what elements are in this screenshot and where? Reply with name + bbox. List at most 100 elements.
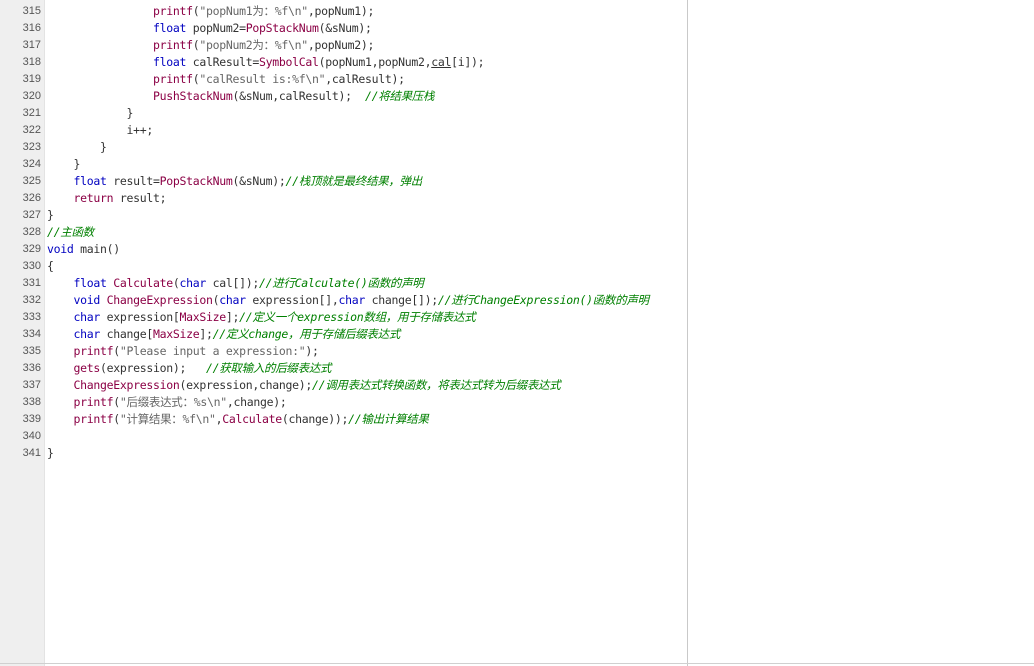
code-line[interactable]: 316 float popNum2=PopStackNum(&sNum); [0, 20, 1034, 37]
code-line[interactable]: 341} [0, 445, 1034, 462]
code-text[interactable]: { [47, 258, 54, 275]
code-token: float [73, 174, 107, 188]
code-text[interactable]: float popNum2=PopStackNum(&sNum); [47, 20, 372, 37]
code-text[interactable]: ChangeExpression(expression,change);//调用… [47, 377, 561, 394]
code-token: ChangeExpression [73, 378, 180, 392]
code-token: SymbolCal [258, 55, 319, 69]
code-token: } [47, 157, 81, 171]
code-line[interactable]: 340 [0, 428, 1034, 445]
code-token: float [73, 276, 107, 290]
code-text[interactable]: printf("popNum1为：%f\n",popNum1); [47, 3, 374, 20]
code-token: result= [106, 174, 160, 188]
code-line[interactable]: 322 i++; [0, 122, 1034, 139]
code-line[interactable]: 324 } [0, 156, 1034, 173]
code-token: //调用表达式转换函数，将表达式转为后缀表达式 [311, 378, 561, 392]
code-editor[interactable]: 315 printf("popNum1为：%f\n",popNum1); 316 … [0, 0, 1034, 666]
code-text[interactable]: } [47, 207, 54, 224]
code-token: //输出计算结果 [348, 412, 429, 426]
code-token: (&sNum); [232, 174, 286, 188]
code-token: void [47, 242, 74, 256]
code-text[interactable]: float calResult=SymbolCal(popNum1,popNum… [47, 54, 485, 71]
code-text[interactable]: void main() [47, 241, 120, 258]
line-number: 328 [22, 226, 41, 238]
code-token: expression[ [100, 310, 180, 324]
line-number: 339 [22, 413, 41, 425]
code-token: char [219, 293, 246, 307]
code-line[interactable]: 334 char change[MaxSize];//定义change，用于存储… [0, 326, 1034, 343]
code-line[interactable]: 318 float calResult=SymbolCal(popNum1,po… [0, 54, 1034, 71]
code-token: } [47, 208, 54, 222]
code-token: i++; [47, 123, 153, 137]
code-token: "calResult is:%f\n" [199, 72, 326, 86]
code-token: ]; [199, 327, 213, 341]
code-line[interactable]: 319 printf("calResult is:%f\n",calResult… [0, 71, 1034, 88]
code-text[interactable]: printf("后缀表达式：%s\n",change); [47, 394, 287, 411]
code-line[interactable]: 317 printf("popNum2为：%f\n",popNum2); [0, 37, 1034, 54]
code-line[interactable]: 336 gets(expression); //获取输入的后缀表达式 [0, 360, 1034, 377]
code-token: gets [73, 361, 101, 375]
code-text[interactable]: char change[MaxSize];//定义change，用于存储后缀表达… [47, 326, 401, 343]
code-line[interactable]: 315 printf("popNum1为：%f\n",popNum1); [0, 3, 1034, 20]
code-line[interactable]: 327} [0, 207, 1034, 224]
code-token: //将结果压栈 [364, 89, 435, 103]
code-line[interactable]: 320 PushStackNum(&sNum,calResult); //将结果… [0, 88, 1034, 105]
code-text[interactable]: char expression[MaxSize];//定义一个expressio… [47, 309, 476, 326]
code-text[interactable]: } [47, 156, 80, 173]
code-token: ]; [225, 310, 240, 324]
code-text[interactable]: void ChangeExpression(char expression[],… [47, 292, 650, 309]
code-token: char [73, 310, 101, 324]
line-number: 332 [22, 294, 41, 306]
code-line[interactable]: 331 float Calculate(char cal[]);//进行Calc… [0, 275, 1034, 292]
code-text[interactable]: printf("popNum2为：%f\n",popNum2); [47, 37, 374, 54]
code-token: ,popNum1); [307, 4, 375, 18]
code-text[interactable]: printf("Please input a expression:"); [47, 343, 319, 360]
line-number: 327 [22, 209, 41, 221]
code-line[interactable]: 330 { [0, 258, 1034, 275]
code-text[interactable]: } [47, 445, 54, 462]
code-text[interactable]: printf("calResult is:%f\n",calResult); [47, 71, 405, 88]
code-token: ,calResult); [325, 72, 405, 86]
code-line[interactable]: 326 return result; [0, 190, 1034, 207]
code-token: char [179, 276, 207, 290]
code-text[interactable]: float Calculate(char cal[]);//进行Calculat… [47, 275, 424, 292]
code-text[interactable]: } [47, 139, 107, 156]
code-token: "后缀表达式：%s\n" [119, 395, 227, 409]
code-line[interactable]: 335 printf("Please input a expression:")… [0, 343, 1034, 360]
code-text[interactable]: i++; [47, 122, 153, 139]
code-text[interactable]: PushStackNum(&sNum,calResult); //将结果压栈 [47, 88, 435, 105]
code-line[interactable]: 325 float result=PopStackNum(&sNum);//栈顶… [0, 173, 1034, 190]
line-number: 340 [22, 430, 41, 442]
code-line[interactable]: 332 void ChangeExpression(char expressio… [0, 292, 1034, 309]
code-text[interactable]: gets(expression); //获取输入的后缀表达式 [47, 360, 332, 377]
code-token: //获取输入的后缀表达式 [205, 361, 332, 375]
code-text[interactable]: float result=PopStackNum(&sNum);//栈顶就是最终… [47, 173, 423, 190]
line-number: 318 [22, 56, 41, 68]
code-line[interactable]: 321 } [0, 105, 1034, 122]
code-token: "popNum2为：%f\n" [199, 38, 308, 52]
code-token: } [47, 140, 107, 154]
code-lines[interactable]: 315 printf("popNum1为：%f\n",popNum1); 316 … [0, 3, 1034, 462]
code-text[interactable]: printf("计算结果：%f\n",Calculate(change));//… [47, 411, 429, 428]
code-token: float [152, 21, 187, 35]
code-line[interactable]: 333 char expression[MaxSize];//定义一个expre… [0, 309, 1034, 326]
code-token: (change)); [281, 412, 349, 426]
line-number: 329 [22, 243, 41, 255]
code-line[interactable]: 323 } [0, 139, 1034, 156]
code-line[interactable]: 337 ChangeExpression(expression,change);… [0, 377, 1034, 394]
code-line[interactable]: 328 //主函数 [0, 224, 1034, 241]
code-line[interactable]: 338 printf("后缀表达式：%s\n",change); [0, 394, 1034, 411]
code-token: printf [152, 38, 193, 52]
code-text[interactable]: return result; [47, 190, 167, 207]
code-line[interactable]: 339 printf("计算结果：%f\n",Calculate(change)… [0, 411, 1034, 428]
code-line[interactable]: 329 void main() [0, 241, 1034, 258]
code-token: printf [73, 412, 114, 426]
code-token: //定义一个expression数组，用于存储表达式 [239, 310, 476, 324]
code-token: ); [305, 344, 319, 358]
code-text[interactable]: } [47, 105, 133, 122]
code-text[interactable]: //主函数 [47, 224, 94, 241]
